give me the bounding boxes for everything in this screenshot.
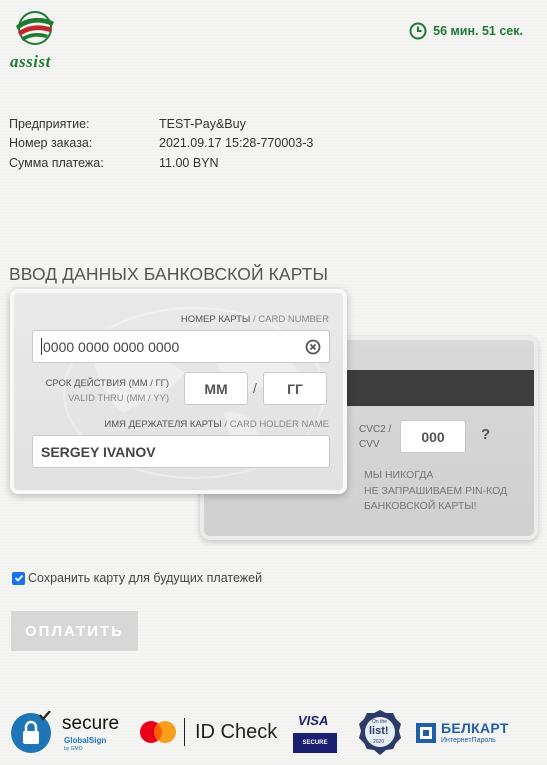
merchant-label: Предприятие: xyxy=(9,116,90,131)
cvc-label: CVC2 / CVV xyxy=(359,422,399,452)
card-front: НОМЕР КАРТЫ / CARD NUMBER 0000 0000 0000… xyxy=(10,289,347,494)
pay-button[interactable]: ОПЛАТИТЬ xyxy=(11,611,138,651)
list-year: 2020 xyxy=(373,739,385,745)
globalsign-sub: GlobalSign xyxy=(64,736,107,745)
card-holder-input[interactable]: SERGEY IVANOV xyxy=(32,435,330,468)
logo-text: assist xyxy=(10,52,51,71)
expiry-label-en: VALID THRU (MM / YY) xyxy=(68,393,169,404)
list-main: list! xyxy=(369,725,389,737)
info-row-amount: Сумма платежа: 11.00 BYN xyxy=(9,153,313,173)
idcheck-text: ID Check xyxy=(195,721,278,743)
pin-warning-line2: НЕ ЗАПРАШИВАЕМ PIN-КОД xyxy=(364,484,508,497)
save-card-row[interactable]: Сохранить карту для будущих платежей xyxy=(12,571,262,585)
order-number-value: 2021.09.17 15:28-770003-3 xyxy=(159,136,314,151)
clear-icon[interactable] xyxy=(305,339,321,355)
expiry-separator: / xyxy=(253,380,257,396)
pin-warning-line3: БАНКОВСКОЙ КАРТЫ! xyxy=(364,500,477,512)
padlock-icon xyxy=(11,711,51,753)
expiry-label: СРОК ДЕЙСТВИЯ (ММ / ГГ) VALID THRU (MM /… xyxy=(45,376,169,406)
assist-logo: assist xyxy=(8,8,62,71)
card-number-label: НОМЕР КАРТЫ / CARD NUMBER xyxy=(181,314,329,325)
globalsign-badge: secure GlobalSign by GMO xyxy=(10,709,128,757)
belkart-title: БЕЛКАРТ xyxy=(441,720,509,736)
card-number-input[interactable]: 0000 0000 0000 0000 xyxy=(32,330,330,363)
order-number-label: Номер заказа: xyxy=(9,136,93,151)
visa-secure-label: SECURE xyxy=(293,733,337,753)
globalsign-tiny: by GMO xyxy=(64,746,83,752)
belkart-sub: ИнтернетПароль xyxy=(441,737,496,744)
holder-label: ИМЯ ДЕРЖАТЕЛЯ КАРТЫ / CARD HOLDER NAME xyxy=(104,419,329,430)
clock-icon xyxy=(409,22,427,40)
card-number-label-en: / CARD NUMBER xyxy=(252,314,329,325)
card-number-placeholder: 0000 0000 0000 0000 xyxy=(43,338,180,355)
on-the-list-badge: On the list! 2020 xyxy=(358,709,402,757)
security-badges: secure GlobalSign by GMO ID Check VISA S… xyxy=(0,705,547,765)
amount-value: 11.00 BYN xyxy=(159,155,219,170)
cvc-label-line1: CVC2 / xyxy=(359,424,392,435)
holder-label-ru: ИМЯ ДЕРЖАТЕЛЯ КАРТЫ xyxy=(104,419,222,430)
globalsign-title: secure xyxy=(62,713,120,734)
expiry-year-input[interactable]: ГГ xyxy=(263,372,327,405)
mastercard-idcheck-badge: ID Check xyxy=(139,715,279,751)
section-title: ВВОД ДАННЫХ БАНКОВСКОЙ КАРТЫ xyxy=(9,264,329,284)
info-row-merchant: Предприятие: TEST-Pay&Buy xyxy=(9,114,313,134)
cvc-input[interactable]: 000 xyxy=(400,420,466,453)
card-number-label-ru: НОМЕР КАРТЫ xyxy=(180,314,251,325)
divider xyxy=(184,718,185,746)
session-timer: 56 мин. 51 сек. xyxy=(409,22,523,40)
visa-secure-badge: VISA SECURE xyxy=(293,713,338,755)
save-card-label: Сохранить карту для будущих платежей xyxy=(28,571,263,585)
amount-label: Сумма платежа: xyxy=(9,155,104,170)
pin-warning-line1: МЫ НИКОГДА xyxy=(364,469,434,481)
pin-warning: МЫ НИКОГДА НЕ ЗАПРАШИВАЕМ PIN-КОД БАНКОВ… xyxy=(364,468,534,515)
holder-label-en: / CARD HOLDER NAME xyxy=(224,419,329,430)
checkmark-icon xyxy=(14,574,23,582)
belkart-icon xyxy=(416,723,436,743)
cvc-help-icon[interactable]: ? xyxy=(481,426,490,443)
save-card-checkbox[interactable] xyxy=(12,571,25,585)
info-row-order-number: Номер заказа: 2021.09.17 15:28-770003-3 xyxy=(9,134,313,154)
mastercard-icon xyxy=(140,721,176,743)
expiry-month-input[interactable]: ММ xyxy=(184,372,248,405)
visa-text: VISA xyxy=(298,713,329,728)
expiry-label-ru: СРОК ДЕЙСТВИЯ (ММ / ГГ) xyxy=(45,378,169,389)
merchant-value: TEST-Pay&Buy xyxy=(159,116,246,131)
cvc-label-line2: CVV xyxy=(359,439,380,450)
order-info: Предприятие: TEST-Pay&Buy Номер заказа: … xyxy=(9,114,313,173)
timer-text: 56 мин. 51 сек. xyxy=(433,24,523,38)
belkart-badge: БЕЛКАРТ ИнтернетПароль xyxy=(415,719,520,747)
text-caret xyxy=(41,338,42,355)
